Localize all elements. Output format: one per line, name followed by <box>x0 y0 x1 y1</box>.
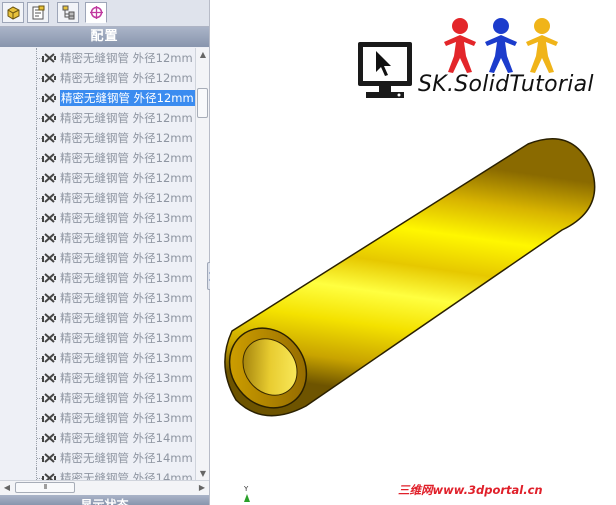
configuration-row[interactable]: 精密无缝钢管 外径13mm <box>0 308 195 328</box>
configuration-label: 精密无缝钢管 外径14mm <box>60 431 193 445</box>
configuration-label: 精密无缝钢管 外径12mm <box>60 51 193 65</box>
configurations-header: 配置 <box>0 27 209 47</box>
configuration-label: 精密无缝钢管 外径13mm <box>60 391 193 405</box>
watermark-text: 三维网www.3dportal.cn <box>398 483 543 497</box>
panel-tab-bar <box>0 0 209 27</box>
configuration-manager-icon <box>62 5 75 20</box>
configuration-label: 精密无缝钢管 外径12mm <box>60 131 193 145</box>
configuration-icon <box>42 113 56 123</box>
configuration-icon <box>42 53 56 63</box>
view-triad-icon: Y <box>243 485 250 502</box>
tube-model <box>224 138 596 417</box>
configuration-label: 精密无缝钢管 外径13mm <box>60 271 193 285</box>
configuration-label: 精密无缝钢管 外径13mm <box>60 351 193 365</box>
configuration-tree: 精密无缝钢管 外径12mm 精密无缝钢管 外径12mm 精密无缝钢管 外径12mm 精… <box>0 48 195 480</box>
configuration-row[interactable]: 精密无缝钢管 外径12mm <box>0 88 195 108</box>
configuration-row[interactable]: 精密无缝钢管 外径12mm <box>0 168 195 188</box>
configuration-icon <box>42 413 56 423</box>
scroll-right-arrow[interactable]: ▶ <box>195 481 209 495</box>
configuration-label: 精密无缝钢管 外径12mm <box>60 191 193 205</box>
configuration-icon <box>42 333 56 343</box>
configuration-icon <box>42 213 56 223</box>
configuration-row[interactable]: 精密无缝钢管 外径13mm <box>0 408 195 428</box>
configuration-row[interactable]: 精密无缝钢管 外径12mm <box>0 188 195 208</box>
configuration-label: 精密无缝钢管 外径14mm <box>60 451 193 465</box>
configuration-label: 精密无缝钢管 外径13mm <box>60 311 193 325</box>
horizontal-scrollbar[interactable]: ◀ III ▶ <box>0 480 209 495</box>
configuration-row[interactable]: 精密无缝钢管 外径12mm <box>0 108 195 128</box>
configuration-row[interactable]: 精密无缝钢管 外径12mm <box>0 128 195 148</box>
logo-text: SK.SolidTutorial <box>418 72 594 97</box>
configuration-row[interactable]: 精密无缝钢管 外径13mm <box>0 388 195 408</box>
configuration-label: 精密无缝钢管 外径13mm <box>60 251 193 265</box>
configuration-icon <box>42 253 56 263</box>
configuration-row[interactable]: 精密无缝钢管 外径13mm <box>0 268 195 288</box>
configuration-row[interactable]: 精密无缝钢管 外径12mm <box>0 148 195 168</box>
tab-feature-manager[interactable] <box>2 2 24 23</box>
configuration-row[interactable]: 精密无缝钢管 外径13mm <box>0 328 195 348</box>
tab-configuration-manager[interactable] <box>57 2 79 23</box>
configuration-icon <box>42 473 56 480</box>
configuration-icon <box>42 353 56 363</box>
configuration-row[interactable]: 精密无缝钢管 外径13mm <box>0 348 195 368</box>
tab-property-manager[interactable] <box>27 2 49 23</box>
configuration-icon <box>42 73 56 83</box>
configuration-label: 精密无缝钢管 外径13mm <box>60 411 193 425</box>
configuration-icon <box>42 153 56 163</box>
scroll-left-arrow[interactable]: ◀ <box>0 481 14 495</box>
configuration-icon <box>42 173 56 183</box>
configuration-row[interactable]: 精密无缝钢管 外径14mm <box>0 428 195 448</box>
configuration-icon <box>42 133 56 143</box>
configuration-label: 精密无缝钢管 外径12mm <box>60 111 193 125</box>
display-states-header[interactable]: 显示状态 <box>0 495 209 505</box>
configuration-row[interactable]: 精密无缝钢管 外径12mm <box>0 68 195 88</box>
configuration-label: 精密无缝钢管 外径13mm <box>60 291 193 305</box>
configuration-icon <box>42 433 56 443</box>
configuration-icon <box>42 93 56 103</box>
configuration-label: 精密无缝钢管 外径13mm <box>60 211 193 225</box>
configuration-icon <box>42 393 56 403</box>
configuration-label: 精密无缝钢管 外径12mm <box>60 151 193 165</box>
configuration-manager-panel: 配置 精密无缝钢管 外径12mm 精密无缝钢管 外径12mm 精密无缝钢管 外径12… <box>0 0 210 505</box>
configuration-label: 精密无缝钢管 外径14mm <box>60 471 193 480</box>
configuration-row[interactable]: 精密无缝钢管 外径14mm <box>0 468 195 480</box>
configuration-row[interactable]: 精密无缝钢管 外径13mm <box>0 368 195 388</box>
tab-dimxpert[interactable] <box>85 2 107 23</box>
configuration-row[interactable]: 精密无缝钢管 外径13mm <box>0 208 195 228</box>
property-manager-icon <box>32 5 45 20</box>
dimxpert-icon <box>90 6 103 19</box>
configuration-icon <box>42 273 56 283</box>
configuration-label: 精密无缝钢管 外径13mm <box>60 331 193 345</box>
svg-text:Y: Y <box>243 485 249 493</box>
monitor-cursor-logo <box>358 42 412 98</box>
configuration-label: 精密无缝钢管 外径12mm <box>60 71 193 85</box>
people-logo-icon <box>444 18 558 73</box>
horizontal-scroll-thumb[interactable]: III <box>15 482 75 493</box>
configuration-label: 精密无缝钢管 外径13mm <box>60 371 193 385</box>
configuration-row[interactable]: 精密无缝钢管 外径12mm <box>0 48 195 68</box>
configuration-icon <box>42 293 56 303</box>
scroll-down-arrow[interactable]: ▼ <box>196 467 209 480</box>
configuration-row[interactable]: 精密无缝钢管 外径13mm <box>0 288 195 308</box>
vertical-scroll-thumb[interactable] <box>197 88 208 118</box>
configuration-row[interactable]: 精密无缝钢管 外径14mm <box>0 448 195 468</box>
configuration-label: 精密无缝钢管 外径12mm <box>60 90 195 106</box>
configuration-row[interactable]: 精密无缝钢管 外径13mm <box>0 248 195 268</box>
configuration-icon <box>42 373 56 383</box>
configuration-icon <box>42 313 56 323</box>
feature-manager-icon <box>7 6 20 20</box>
scroll-up-arrow[interactable]: ▲ <box>196 48 209 61</box>
configuration-row[interactable]: 精密无缝钢管 外径13mm <box>0 228 195 248</box>
configuration-label: 精密无缝钢管 外径13mm <box>60 231 193 245</box>
configuration-icon <box>42 453 56 463</box>
configuration-icon <box>42 233 56 243</box>
configuration-label: 精密无缝钢管 外径12mm <box>60 171 193 185</box>
configuration-icon <box>42 193 56 203</box>
